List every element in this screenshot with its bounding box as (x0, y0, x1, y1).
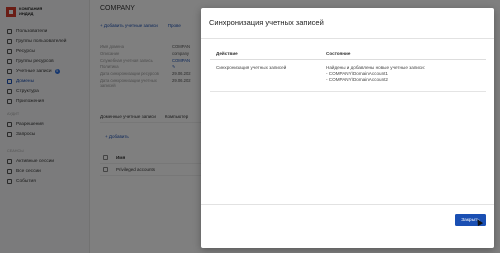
dialog-footer-divider (201, 204, 494, 205)
status-line: - COMPANY\DomainAccount2 (326, 77, 388, 82)
status-cell: Найдены и добавлены новые учетные записи… (320, 59, 486, 92)
sync-dialog: Синхронизация учетных записей Действие С… (201, 8, 494, 248)
dialog-title: Синхронизация учетных записей (209, 18, 324, 27)
action-cell: Синхронизация учетных записей (210, 59, 320, 92)
dialog-header-divider (201, 38, 494, 39)
table-header-row: Действие Состояние (210, 48, 486, 60)
table-row: Синхронизация учетных записей Найдены и … (210, 59, 486, 92)
column-header-status: Состояние (320, 48, 486, 60)
sync-results-table: Действие Состояние Синхронизация учетных… (210, 48, 486, 92)
column-header-action: Действие (210, 48, 320, 60)
